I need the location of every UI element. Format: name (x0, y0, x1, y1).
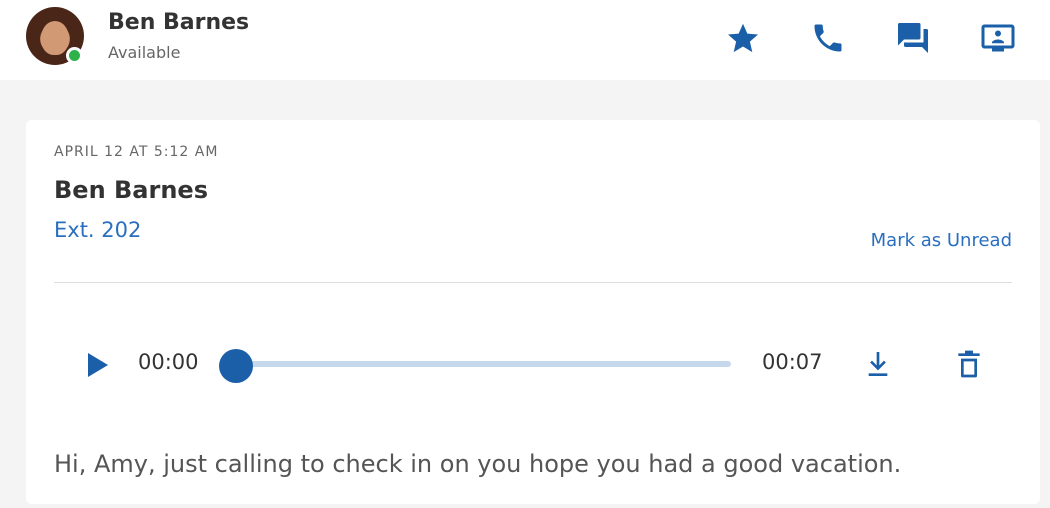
screen-share-icon (981, 24, 1015, 52)
play-button[interactable] (86, 351, 110, 379)
contact-name: Ben Barnes (108, 10, 250, 35)
phone-icon (814, 24, 842, 52)
play-icon (88, 353, 108, 377)
favorite-button[interactable] (723, 18, 763, 58)
chat-icon (898, 23, 928, 53)
presence-indicator (66, 47, 83, 64)
caller-name: Ben Barnes (54, 176, 208, 204)
duration-time: 00:07 (762, 350, 823, 374)
avatar-face (41, 21, 69, 55)
divider (54, 282, 1012, 283)
voicemail-card: APRIL 12 AT 5:12 AM Ben Barnes Ext. 202 … (26, 120, 1040, 504)
star-icon (728, 23, 758, 53)
contact-status: Available (108, 43, 181, 62)
download-button[interactable] (860, 344, 896, 384)
caller-extension-link[interactable]: Ext. 202 (54, 218, 141, 242)
call-button[interactable] (808, 18, 848, 58)
contact-header: Ben Barnes Available (0, 0, 1050, 80)
voicemail-timestamp: APRIL 12 AT 5:12 AM (54, 144, 219, 160)
mark-unread-link[interactable]: Mark as Unread (871, 230, 1012, 251)
download-icon (868, 352, 888, 376)
delete-button[interactable] (951, 344, 987, 384)
avatar[interactable] (26, 7, 84, 65)
progress-thumb[interactable] (219, 349, 253, 383)
message-button[interactable] (893, 18, 933, 58)
voicemail-transcript: Hi, Amy, just calling to check in on you… (54, 450, 902, 478)
current-time: 00:00 (138, 350, 199, 374)
trash-icon (958, 350, 980, 378)
screen-share-button[interactable] (978, 18, 1018, 58)
progress-track[interactable] (219, 349, 731, 383)
